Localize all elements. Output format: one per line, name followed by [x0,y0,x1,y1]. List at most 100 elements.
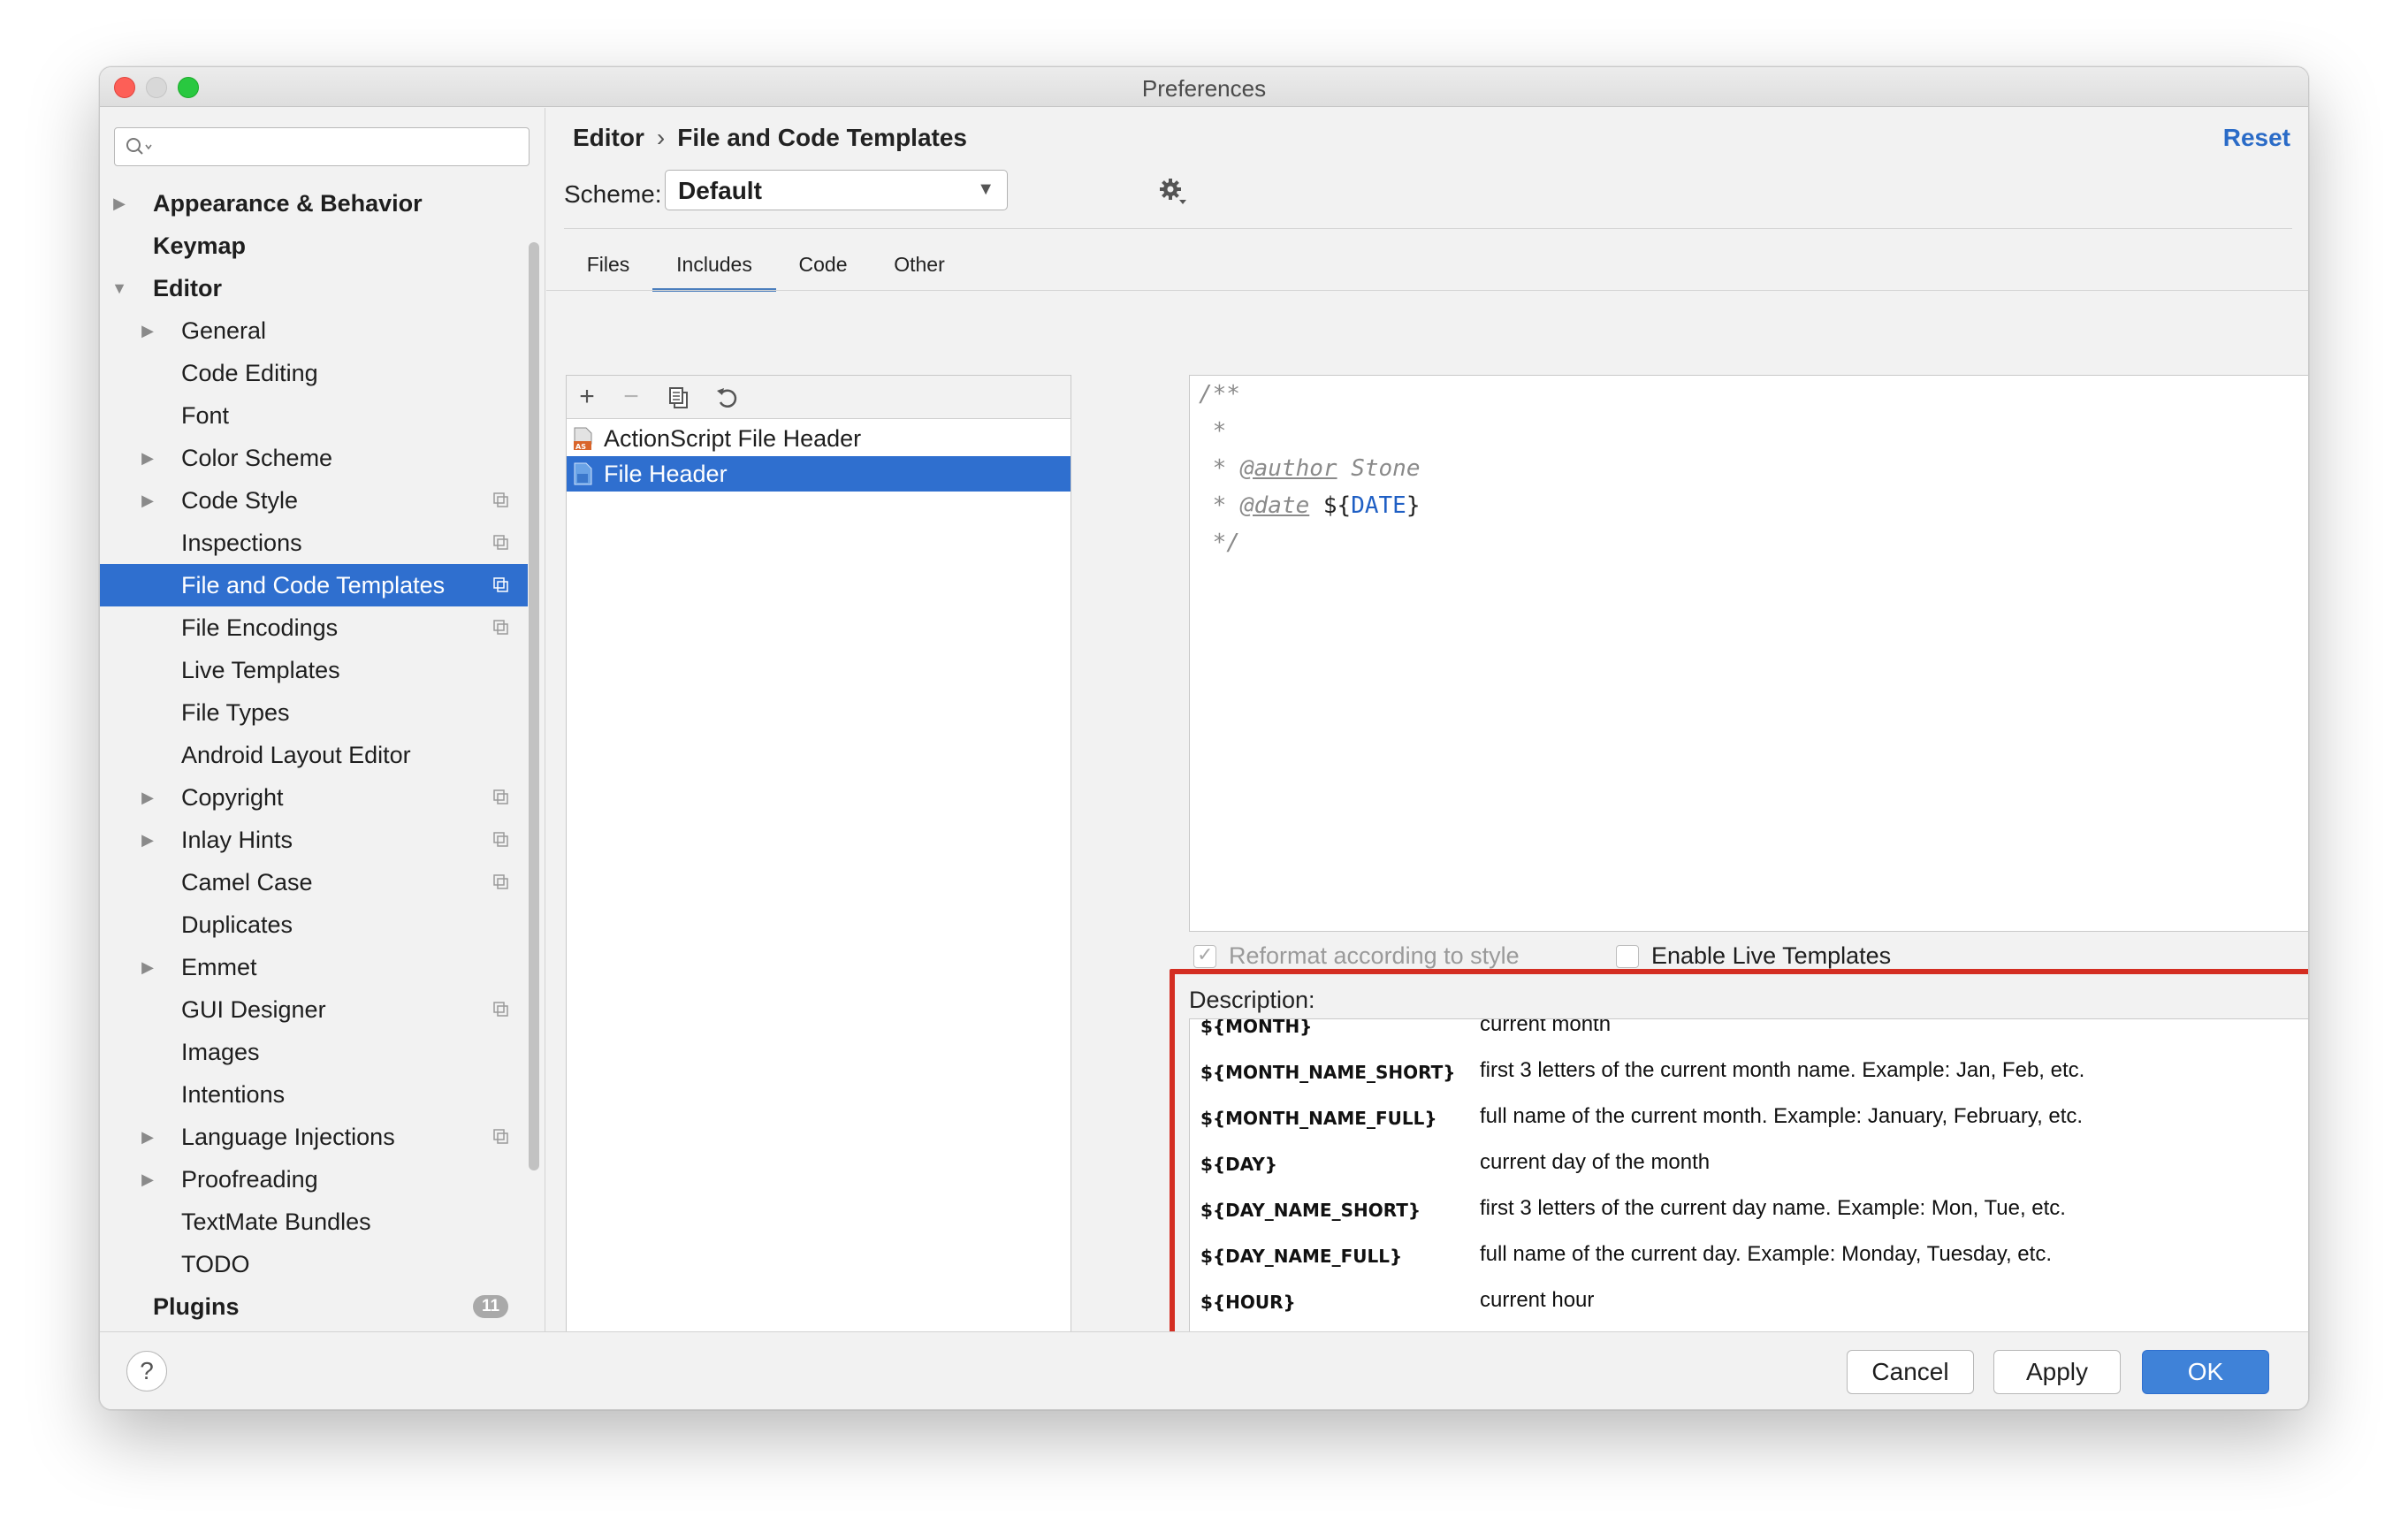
sidebar-item-general[interactable]: ▶ General [100,309,528,352]
sidebar-item-keymap[interactable]: Keymap [100,225,528,267]
highlight-annotation [1170,969,2308,1383]
tab-code[interactable]: Code [776,244,870,292]
sidebar-item-label: Font [181,402,230,429]
sidebar-item-label: File and Code Templates [181,572,446,598]
help-button[interactable]: ? [126,1351,167,1391]
sidebar-item-editor[interactable]: ▼ Editor [100,267,528,309]
sidebar-item-live-templates[interactable]: Live Templates [100,649,528,691]
dialog-footer: ? Cancel Apply OK [100,1332,2308,1409]
template-item-actionscript[interactable]: AS ActionScript File Header [567,421,1071,456]
reformat-checkbox[interactable] [1193,943,1216,968]
sidebar-item-file-encodings[interactable]: File Encodings [100,606,528,649]
sidebar-item-images[interactable]: Images [100,1031,528,1073]
apply-button[interactable]: Apply [1993,1350,2121,1394]
sidebar-item-camel-case[interactable]: Camel Case [100,861,528,903]
sidebar-item-appearance-behavior[interactable]: ▶ Appearance & Behavior [100,182,528,225]
project-scope-icon [493,492,508,507]
sidebar-item-gui-designer[interactable]: GUI Designer [100,988,528,1031]
sidebar-item-label: GUI Designer [181,996,326,1023]
copy-template-icon[interactable] [666,385,692,411]
settings-content: Editor › File and Code Templates Reset Sch… [546,108,2308,1383]
file-header-icon [574,462,592,485]
expand-right-icon[interactable]: ▶ [139,1158,156,1201]
reset-link[interactable]: Reset [2223,124,2290,152]
sidebar-item-inspections[interactable]: Inspections [100,522,528,564]
sidebar-item-plugins[interactable]: Plugins 11 [100,1285,528,1328]
sidebar-item-label: Inlay Hints [181,827,293,853]
header-divider [564,228,2292,229]
sidebar-item-label: File Encodings [181,614,339,641]
reset-template-icon[interactable] [713,385,740,411]
project-scope-icon [493,1002,508,1017]
search-input[interactable] [157,133,520,160]
expand-right-icon[interactable]: ▶ [139,309,156,352]
sidebar-item-todo[interactable]: TODO [100,1243,528,1285]
expand-right-icon[interactable]: ▶ [139,479,156,522]
sidebar-item-language-injections[interactable]: ▶ Language Injections [100,1116,528,1158]
template-code-editor[interactable]: /** * * @author Stone * @date ${DATE} */ [1189,375,2308,932]
sidebar-item-code-editing[interactable]: Code Editing [100,352,528,394]
window-title: Preferences [1141,75,1267,102]
chevron-down-icon: ▼ [977,179,994,199]
sidebar-item-font[interactable]: Font [100,394,528,437]
sidebar-item-color-scheme[interactable]: ▶ Color Scheme [100,437,528,479]
remove-template-button[interactable]: − [618,384,644,411]
sidebar-item-label: File Types [181,699,290,726]
sidebar-item-label: Code Style [181,487,299,514]
sidebar-item-intentions[interactable]: Intentions [100,1073,528,1116]
project-scope-icon [493,577,508,592]
plugins-update-badge: 11 [473,1295,508,1318]
expand-right-icon[interactable]: ▶ [110,182,128,225]
expand-right-icon[interactable]: ▶ [139,776,156,819]
ok-button[interactable]: OK [2142,1350,2269,1394]
expand-right-icon[interactable]: ▶ [139,437,156,479]
template-item-file-header[interactable]: File Header [567,456,1071,492]
sidebar-item-label: Editor [153,275,222,301]
add-template-button[interactable]: + [574,384,600,411]
sidebar-item-proofreading[interactable]: ▶ Proofreading [100,1158,528,1201]
expand-right-icon[interactable]: ▶ [139,946,156,988]
tab-files[interactable]: Files [564,244,652,292]
sidebar-item-file-and-code-templates[interactable]: File and Code Templates [100,564,528,606]
code-line: * @date ${DATE} [1199,492,1421,519]
sidebar-item-android-layout-editor[interactable]: Android Layout Editor [100,734,528,776]
tab-other[interactable]: Other [870,244,969,292]
settings-search[interactable] [114,127,530,166]
sidebar-item-label: Images [181,1039,260,1065]
sidebar-item-file-types[interactable]: File Types [100,691,528,734]
sidebar-item-label: TODO [181,1251,250,1277]
expand-right-icon[interactable]: ▶ [139,1116,156,1158]
project-scope-icon [493,789,508,804]
sidebar-item-label: Camel Case [181,869,313,896]
template-tabs: Files Includes Code Other [564,244,2292,292]
sidebar-item-inlay-hints[interactable]: ▶ Inlay Hints [100,819,528,861]
template-list-toolbar: + − [566,375,1071,419]
sidebar-item-textmate-bundles[interactable]: TextMate Bundles [100,1201,528,1243]
live-templates-label: Enable Live Templates [1651,942,1892,969]
scheme-dropdown[interactable]: Default ▼ [665,170,1008,210]
preferences-window: Preferences ▶ Appearance & Behavior Keymap… [99,66,2309,1410]
sidebar-item-duplicates[interactable]: Duplicates [100,903,528,946]
tab-includes[interactable]: Includes [652,244,776,292]
template-list-panel: + − AS ActionScript File Header File Hea… [566,375,1071,1379]
cancel-button[interactable]: Cancel [1847,1350,1974,1394]
sidebar-item-label: Live Templates [181,657,340,683]
sidebar-item-emmet[interactable]: ▶ Emmet [100,946,528,988]
sidebar-item-label: Copyright [181,784,284,811]
expand-right-icon[interactable]: ▶ [139,819,156,861]
sidebar-scrollbar[interactable] [529,242,539,1170]
sidebar-item-code-style[interactable]: ▶ Code Style [100,479,528,522]
settings-tree: ▶ Appearance & Behavior Keymap ▼ Editor ▶ Gene… [100,182,528,1328]
project-scope-icon [493,620,508,635]
live-templates-checkbox[interactable] [1616,945,1639,968]
template-list: AS ActionScript File Header File Header [566,419,1071,1379]
template-variable: ${DATE} [1322,492,1421,519]
gear-icon[interactable] [1156,175,1188,207]
expand-down-icon[interactable]: ▼ [110,267,128,309]
sidebar-item-label: General [181,317,267,344]
sidebar-item-label: Keymap [153,233,247,259]
sidebar-item-label: Android Layout Editor [181,742,411,768]
sidebar-item-label: TextMate Bundles [181,1208,371,1235]
sidebar-item-copyright[interactable]: ▶ Copyright [100,776,528,819]
breadcrumb-parent[interactable]: Editor [573,124,644,151]
